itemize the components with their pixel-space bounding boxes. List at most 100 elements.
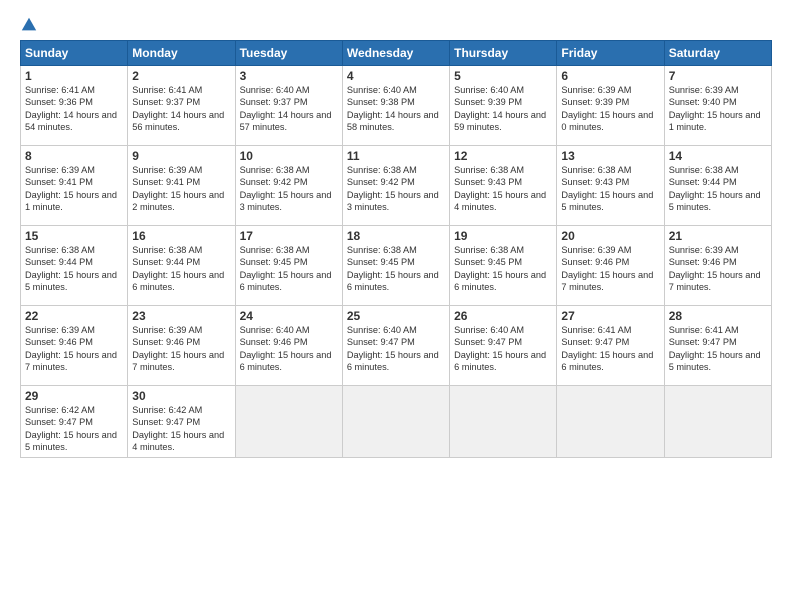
day-info: Sunrise: 6:41 AM Sunset: 9:47 PM Dayligh… xyxy=(561,324,659,374)
day-info: Sunrise: 6:38 AM Sunset: 9:42 PM Dayligh… xyxy=(347,164,445,214)
day-cell-25: 25 Sunrise: 6:40 AM Sunset: 9:47 PM Dayl… xyxy=(342,306,449,386)
day-info: Sunrise: 6:40 AM Sunset: 9:47 PM Dayligh… xyxy=(454,324,552,374)
day-number: 12 xyxy=(454,149,552,163)
day-number: 9 xyxy=(132,149,230,163)
day-number: 4 xyxy=(347,69,445,83)
day-info: Sunrise: 6:39 AM Sunset: 9:46 PM Dayligh… xyxy=(25,324,123,374)
day-info: Sunrise: 6:38 AM Sunset: 9:42 PM Dayligh… xyxy=(240,164,338,214)
calendar-week-1: 1 Sunrise: 6:41 AM Sunset: 9:36 PM Dayli… xyxy=(21,66,772,146)
day-cell-13: 13 Sunrise: 6:38 AM Sunset: 9:43 PM Dayl… xyxy=(557,146,664,226)
day-info: Sunrise: 6:39 AM Sunset: 9:40 PM Dayligh… xyxy=(669,84,767,134)
day-number: 16 xyxy=(132,229,230,243)
day-cell-2: 2 Sunrise: 6:41 AM Sunset: 9:37 PM Dayli… xyxy=(128,66,235,146)
day-number: 29 xyxy=(25,389,123,403)
day-cell-19: 19 Sunrise: 6:38 AM Sunset: 9:45 PM Dayl… xyxy=(450,226,557,306)
day-cell-3: 3 Sunrise: 6:40 AM Sunset: 9:37 PM Dayli… xyxy=(235,66,342,146)
day-cell-5: 5 Sunrise: 6:40 AM Sunset: 9:39 PM Dayli… xyxy=(450,66,557,146)
day-cell-21: 21 Sunrise: 6:39 AM Sunset: 9:46 PM Dayl… xyxy=(664,226,771,306)
day-info: Sunrise: 6:40 AM Sunset: 9:39 PM Dayligh… xyxy=(454,84,552,134)
empty-cell xyxy=(664,386,771,458)
page: SundayMondayTuesdayWednesdayThursdayFrid… xyxy=(0,0,792,612)
day-cell-18: 18 Sunrise: 6:38 AM Sunset: 9:45 PM Dayl… xyxy=(342,226,449,306)
day-cell-6: 6 Sunrise: 6:39 AM Sunset: 9:39 PM Dayli… xyxy=(557,66,664,146)
day-cell-29: 29 Sunrise: 6:42 AM Sunset: 9:47 PM Dayl… xyxy=(21,386,128,458)
day-info: Sunrise: 6:40 AM Sunset: 9:47 PM Dayligh… xyxy=(347,324,445,374)
day-number: 7 xyxy=(669,69,767,83)
day-cell-28: 28 Sunrise: 6:41 AM Sunset: 9:47 PM Dayl… xyxy=(664,306,771,386)
calendar-week-3: 15 Sunrise: 6:38 AM Sunset: 9:44 PM Dayl… xyxy=(21,226,772,306)
day-number: 3 xyxy=(240,69,338,83)
day-cell-27: 27 Sunrise: 6:41 AM Sunset: 9:47 PM Dayl… xyxy=(557,306,664,386)
day-cell-24: 24 Sunrise: 6:40 AM Sunset: 9:46 PM Dayl… xyxy=(235,306,342,386)
day-info: Sunrise: 6:38 AM Sunset: 9:44 PM Dayligh… xyxy=(669,164,767,214)
day-number: 22 xyxy=(25,309,123,323)
weekday-header-wednesday: Wednesday xyxy=(342,41,449,66)
day-info: Sunrise: 6:38 AM Sunset: 9:45 PM Dayligh… xyxy=(454,244,552,294)
day-info: Sunrise: 6:39 AM Sunset: 9:46 PM Dayligh… xyxy=(561,244,659,294)
day-info: Sunrise: 6:39 AM Sunset: 9:46 PM Dayligh… xyxy=(669,244,767,294)
weekday-header-monday: Monday xyxy=(128,41,235,66)
day-number: 15 xyxy=(25,229,123,243)
day-info: Sunrise: 6:38 AM Sunset: 9:44 PM Dayligh… xyxy=(132,244,230,294)
calendar-week-2: 8 Sunrise: 6:39 AM Sunset: 9:41 PM Dayli… xyxy=(21,146,772,226)
day-info: Sunrise: 6:39 AM Sunset: 9:41 PM Dayligh… xyxy=(25,164,123,214)
day-cell-12: 12 Sunrise: 6:38 AM Sunset: 9:43 PM Dayl… xyxy=(450,146,557,226)
day-cell-8: 8 Sunrise: 6:39 AM Sunset: 9:41 PM Dayli… xyxy=(21,146,128,226)
day-number: 6 xyxy=(561,69,659,83)
empty-cell xyxy=(450,386,557,458)
calendar: SundayMondayTuesdayWednesdayThursdayFrid… xyxy=(20,40,772,458)
day-number: 1 xyxy=(25,69,123,83)
day-cell-16: 16 Sunrise: 6:38 AM Sunset: 9:44 PM Dayl… xyxy=(128,226,235,306)
day-number: 28 xyxy=(669,309,767,323)
day-info: Sunrise: 6:40 AM Sunset: 9:37 PM Dayligh… xyxy=(240,84,338,134)
weekday-header-tuesday: Tuesday xyxy=(235,41,342,66)
day-number: 20 xyxy=(561,229,659,243)
day-cell-7: 7 Sunrise: 6:39 AM Sunset: 9:40 PM Dayli… xyxy=(664,66,771,146)
empty-cell xyxy=(557,386,664,458)
day-number: 26 xyxy=(454,309,552,323)
day-number: 2 xyxy=(132,69,230,83)
day-cell-23: 23 Sunrise: 6:39 AM Sunset: 9:46 PM Dayl… xyxy=(128,306,235,386)
day-number: 30 xyxy=(132,389,230,403)
day-info: Sunrise: 6:38 AM Sunset: 9:43 PM Dayligh… xyxy=(561,164,659,214)
day-info: Sunrise: 6:40 AM Sunset: 9:46 PM Dayligh… xyxy=(240,324,338,374)
day-info: Sunrise: 6:41 AM Sunset: 9:36 PM Dayligh… xyxy=(25,84,123,134)
day-number: 23 xyxy=(132,309,230,323)
day-number: 17 xyxy=(240,229,338,243)
day-info: Sunrise: 6:38 AM Sunset: 9:44 PM Dayligh… xyxy=(25,244,123,294)
day-number: 11 xyxy=(347,149,445,163)
day-number: 8 xyxy=(25,149,123,163)
day-cell-14: 14 Sunrise: 6:38 AM Sunset: 9:44 PM Dayl… xyxy=(664,146,771,226)
day-cell-17: 17 Sunrise: 6:38 AM Sunset: 9:45 PM Dayl… xyxy=(235,226,342,306)
weekday-header-thursday: Thursday xyxy=(450,41,557,66)
weekday-header-saturday: Saturday xyxy=(664,41,771,66)
day-number: 14 xyxy=(669,149,767,163)
day-info: Sunrise: 6:41 AM Sunset: 9:37 PM Dayligh… xyxy=(132,84,230,134)
day-cell-4: 4 Sunrise: 6:40 AM Sunset: 9:38 PM Dayli… xyxy=(342,66,449,146)
day-number: 19 xyxy=(454,229,552,243)
day-info: Sunrise: 6:39 AM Sunset: 9:39 PM Dayligh… xyxy=(561,84,659,134)
header xyxy=(20,16,772,34)
day-info: Sunrise: 6:42 AM Sunset: 9:47 PM Dayligh… xyxy=(25,404,123,454)
day-info: Sunrise: 6:38 AM Sunset: 9:45 PM Dayligh… xyxy=(347,244,445,294)
calendar-week-4: 22 Sunrise: 6:39 AM Sunset: 9:46 PM Dayl… xyxy=(21,306,772,386)
day-info: Sunrise: 6:39 AM Sunset: 9:41 PM Dayligh… xyxy=(132,164,230,214)
day-cell-10: 10 Sunrise: 6:38 AM Sunset: 9:42 PM Dayl… xyxy=(235,146,342,226)
day-cell-26: 26 Sunrise: 6:40 AM Sunset: 9:47 PM Dayl… xyxy=(450,306,557,386)
day-info: Sunrise: 6:38 AM Sunset: 9:43 PM Dayligh… xyxy=(454,164,552,214)
weekday-header-row: SundayMondayTuesdayWednesdayThursdayFrid… xyxy=(21,41,772,66)
day-cell-9: 9 Sunrise: 6:39 AM Sunset: 9:41 PM Dayli… xyxy=(128,146,235,226)
day-number: 18 xyxy=(347,229,445,243)
calendar-week-5: 29 Sunrise: 6:42 AM Sunset: 9:47 PM Dayl… xyxy=(21,386,772,458)
day-cell-1: 1 Sunrise: 6:41 AM Sunset: 9:36 PM Dayli… xyxy=(21,66,128,146)
day-cell-11: 11 Sunrise: 6:38 AM Sunset: 9:42 PM Dayl… xyxy=(342,146,449,226)
day-cell-30: 30 Sunrise: 6:42 AM Sunset: 9:47 PM Dayl… xyxy=(128,386,235,458)
logo xyxy=(20,16,40,34)
day-number: 5 xyxy=(454,69,552,83)
day-cell-22: 22 Sunrise: 6:39 AM Sunset: 9:46 PM Dayl… xyxy=(21,306,128,386)
day-info: Sunrise: 6:40 AM Sunset: 9:38 PM Dayligh… xyxy=(347,84,445,134)
day-info: Sunrise: 6:41 AM Sunset: 9:47 PM Dayligh… xyxy=(669,324,767,374)
empty-cell xyxy=(235,386,342,458)
day-info: Sunrise: 6:38 AM Sunset: 9:45 PM Dayligh… xyxy=(240,244,338,294)
day-number: 13 xyxy=(561,149,659,163)
